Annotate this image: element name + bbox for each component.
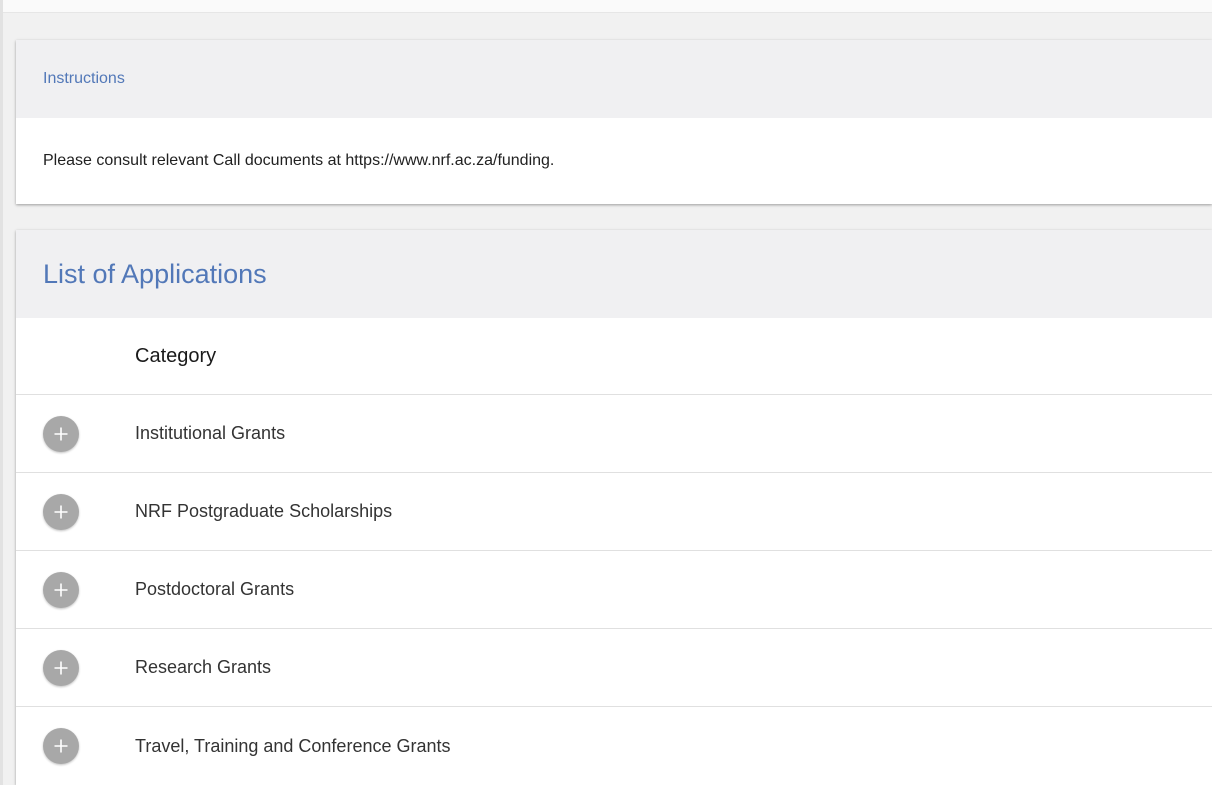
- category-row-institutional-grants[interactable]: Institutional Grants: [16, 395, 1212, 473]
- category-row-research-grants[interactable]: Research Grants: [16, 629, 1212, 707]
- instructions-header: Instructions: [16, 40, 1212, 118]
- category-column-header: Category: [16, 318, 1212, 395]
- left-edge-divider: [0, 0, 3, 785]
- instructions-text: Please consult relevant Call documents a…: [43, 152, 555, 169]
- applications-card: List of Applications Category Institutio…: [16, 230, 1212, 785]
- applications-header: List of Applications: [16, 230, 1212, 318]
- category-row-postdoctoral-grants[interactable]: Postdoctoral Grants: [16, 551, 1212, 629]
- plus-circle-icon[interactable]: [43, 493, 79, 530]
- instructions-card: Instructions Please consult relevant Cal…: [16, 40, 1212, 204]
- instructions-title: Instructions: [43, 70, 125, 87]
- category-row-label[interactable]: NRF Postgraduate Scholarships: [135, 501, 392, 522]
- category-row-label[interactable]: Institutional Grants: [135, 423, 285, 444]
- category-row-label[interactable]: Postdoctoral Grants: [135, 579, 294, 600]
- instructions-body: Please consult relevant Call documents a…: [16, 118, 1212, 204]
- top-bar: [3, 0, 1212, 13]
- plus-circle-icon[interactable]: [43, 649, 79, 686]
- plus-circle-icon[interactable]: [43, 571, 79, 608]
- category-row-travel-training-conference-grants[interactable]: Travel, Training and Conference Grants: [16, 707, 1212, 785]
- plus-circle-icon[interactable]: [43, 728, 79, 764]
- category-row-label[interactable]: Travel, Training and Conference Grants: [135, 736, 451, 757]
- plus-circle-icon[interactable]: [43, 415, 79, 452]
- applications-title: List of Applications: [43, 258, 267, 289]
- category-row-label[interactable]: Research Grants: [135, 657, 271, 678]
- category-row-postgraduate-scholarships[interactable]: NRF Postgraduate Scholarships: [16, 473, 1212, 551]
- category-column-label: Category: [135, 344, 217, 367]
